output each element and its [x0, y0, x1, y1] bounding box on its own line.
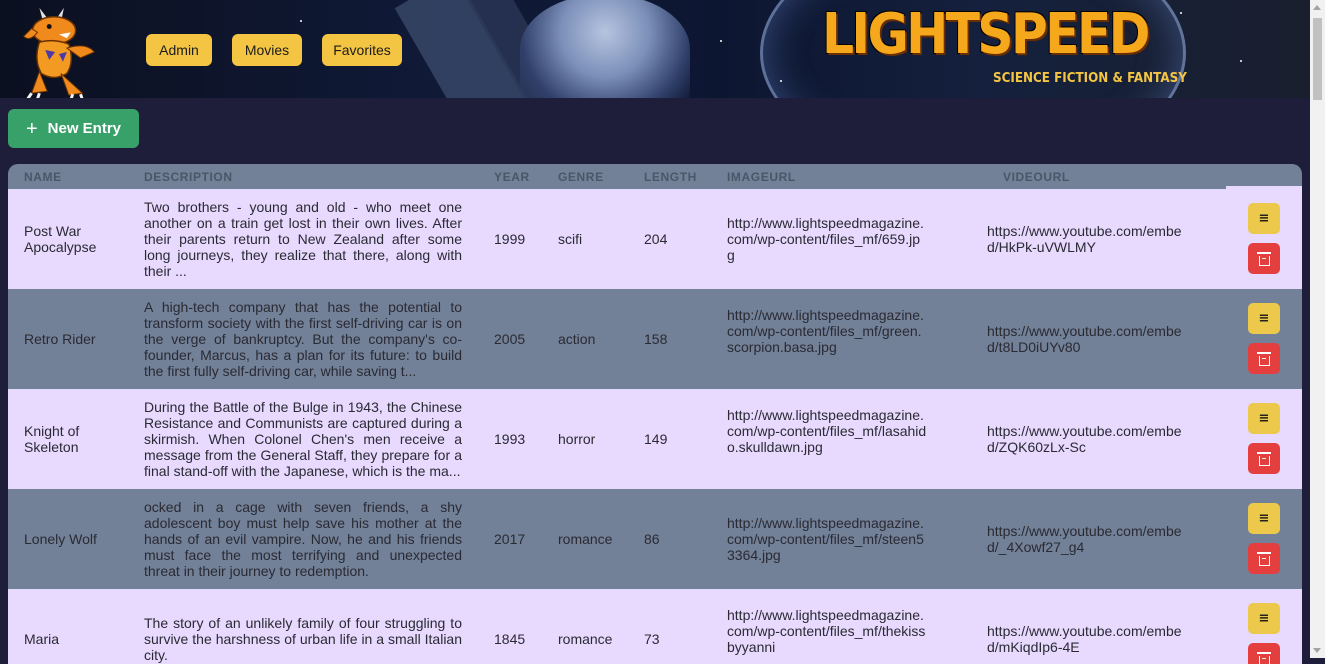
cell-genre: horror: [558, 431, 595, 447]
edit-button[interactable]: ≡: [1248, 303, 1280, 334]
cell-genre: romance: [558, 531, 612, 547]
trash-icon: [1259, 556, 1270, 566]
cell-length: 158: [644, 331, 667, 347]
trash-icon: [1259, 256, 1270, 266]
banner-title: LIGHTSPEED: [822, 2, 1148, 67]
cell-videourl: https://www.youtube.com/embed/mKiqdIp6-4…: [987, 623, 1182, 655]
table-row[interactable]: Retro Rider A high-tech company that has…: [8, 289, 1302, 389]
cell-imageurl: http://www.lightspeedmagazine.com/wp-con…: [727, 307, 927, 355]
movies-table: NAME DESCRIPTION YEAR GENRE LENGTH IMAGE…: [8, 164, 1302, 664]
scroll-down-arrow-icon[interactable]: [1313, 648, 1321, 653]
nav-admin-button[interactable]: Admin: [146, 34, 212, 66]
table-row[interactable]: Maria The story of an unlikely family of…: [8, 589, 1302, 664]
banner-character-art: [520, 0, 690, 98]
cell-videourl: https://www.youtube.com/embed/t8LD0iUYv8…: [987, 323, 1182, 355]
star-dot: [1180, 12, 1182, 14]
cell-imageurl: http://www.lightspeedmagazine.com/wp-con…: [727, 215, 927, 263]
delete-button[interactable]: [1248, 243, 1280, 274]
cell-genre: romance: [558, 631, 612, 647]
column-header-year: YEAR: [494, 170, 530, 184]
cell-imageurl: http://www.lightspeedmagazine.com/wp-con…: [727, 607, 927, 655]
cell-year: 1993: [494, 431, 525, 447]
nav-favorites-button[interactable]: Favorites: [322, 34, 402, 66]
cell-description: The story of an unlikely family of four …: [144, 615, 462, 663]
column-header-genre: GENRE: [558, 170, 604, 184]
star-dot: [720, 40, 722, 42]
delete-button[interactable]: [1248, 343, 1280, 374]
cell-length: 73: [644, 631, 660, 647]
edit-button[interactable]: ≡: [1248, 203, 1280, 234]
column-header-length: LENGTH: [644, 170, 697, 184]
column-header-description: DESCRIPTION: [144, 170, 233, 184]
cell-name: Post War Apocalypse: [24, 223, 134, 255]
cell-imageurl: http://www.lightspeedmagazine.com/wp-con…: [727, 515, 927, 563]
banner-subtitle: SCIENCE FICTION & FANTASY: [993, 71, 1187, 86]
cell-length: 86: [644, 531, 660, 547]
delete-button[interactable]: [1248, 543, 1280, 574]
mascot-logo: [10, 2, 108, 98]
cell-videourl: https://www.youtube.com/embed/_4Xowf27_g…: [987, 523, 1182, 555]
delete-button[interactable]: [1248, 643, 1280, 664]
nav-movies-button[interactable]: Movies: [232, 34, 302, 66]
edit-button[interactable]: ≡: [1248, 503, 1280, 534]
cell-description: ocked in a cage with seven friends, a sh…: [144, 499, 462, 579]
cell-name: Knight of Skeleton: [24, 423, 114, 455]
edit-button[interactable]: ≡: [1248, 603, 1280, 634]
table-row[interactable]: Knight of Skeleton During the Battle of …: [8, 389, 1302, 489]
new-entry-label: New Entry: [48, 120, 121, 137]
cell-imageurl: http://www.lightspeedmagazine.com/wp-con…: [727, 407, 927, 455]
cell-description: During the Battle of the Bulge in 1943, …: [144, 399, 462, 479]
delete-button[interactable]: [1248, 443, 1280, 474]
cell-name: Lonely Wolf: [24, 531, 134, 547]
star-dot: [1240, 60, 1242, 62]
menu-lines-icon: ≡: [1259, 511, 1270, 526]
trash-icon: [1259, 456, 1270, 466]
cell-year: 2005: [494, 331, 525, 347]
cell-name: Retro Rider: [24, 331, 134, 347]
table-row[interactable]: Lonely Wolf ocked in a cage with seven f…: [8, 489, 1302, 589]
plus-icon: +: [26, 119, 38, 139]
column-header-videourl: VIDEOURL: [1003, 170, 1070, 184]
new-entry-button[interactable]: + New Entry: [8, 109, 139, 148]
menu-lines-icon: ≡: [1259, 211, 1270, 226]
cell-year: 1845: [494, 631, 525, 647]
column-header-imageurl: IMAGEURL: [727, 170, 796, 184]
cell-year: 2017: [494, 531, 525, 547]
scrollbar-thumb[interactable]: [1313, 18, 1322, 100]
cell-year: 1999: [494, 231, 525, 247]
trash-icon: [1259, 656, 1270, 664]
menu-lines-icon: ≡: [1259, 611, 1270, 626]
cell-videourl: https://www.youtube.com/embed/ZQK60zLx-S…: [987, 423, 1182, 455]
cell-description: Two brothers - young and old - who meet …: [144, 199, 462, 279]
cell-length: 149: [644, 431, 667, 447]
table-header: NAME DESCRIPTION YEAR GENRE LENGTH IMAGE…: [8, 164, 1302, 189]
menu-lines-icon: ≡: [1259, 311, 1270, 326]
cell-genre: action: [558, 331, 595, 347]
scroll-up-arrow-icon[interactable]: [1313, 5, 1321, 10]
cell-genre: scifi: [558, 231, 582, 247]
table-row[interactable]: Post War Apocalypse Two brothers - young…: [8, 189, 1302, 289]
cell-videourl: https://www.youtube.com/embed/HkPk-uVWLM…: [987, 223, 1182, 255]
header-banner: Admin Movies Favorites LIGHTSPEED SCIENC…: [0, 0, 1310, 98]
cell-description: A high-tech company that has the potenti…: [144, 299, 462, 379]
edit-button[interactable]: ≡: [1248, 403, 1280, 434]
cell-name: Maria: [24, 631, 134, 647]
column-header-name: NAME: [24, 170, 62, 184]
menu-lines-icon: ≡: [1259, 411, 1270, 426]
star-dot: [300, 20, 302, 22]
star-dot: [780, 80, 782, 82]
cell-length: 204: [644, 231, 667, 247]
trash-icon: [1259, 356, 1270, 366]
page-scrollbar[interactable]: [1310, 0, 1325, 658]
